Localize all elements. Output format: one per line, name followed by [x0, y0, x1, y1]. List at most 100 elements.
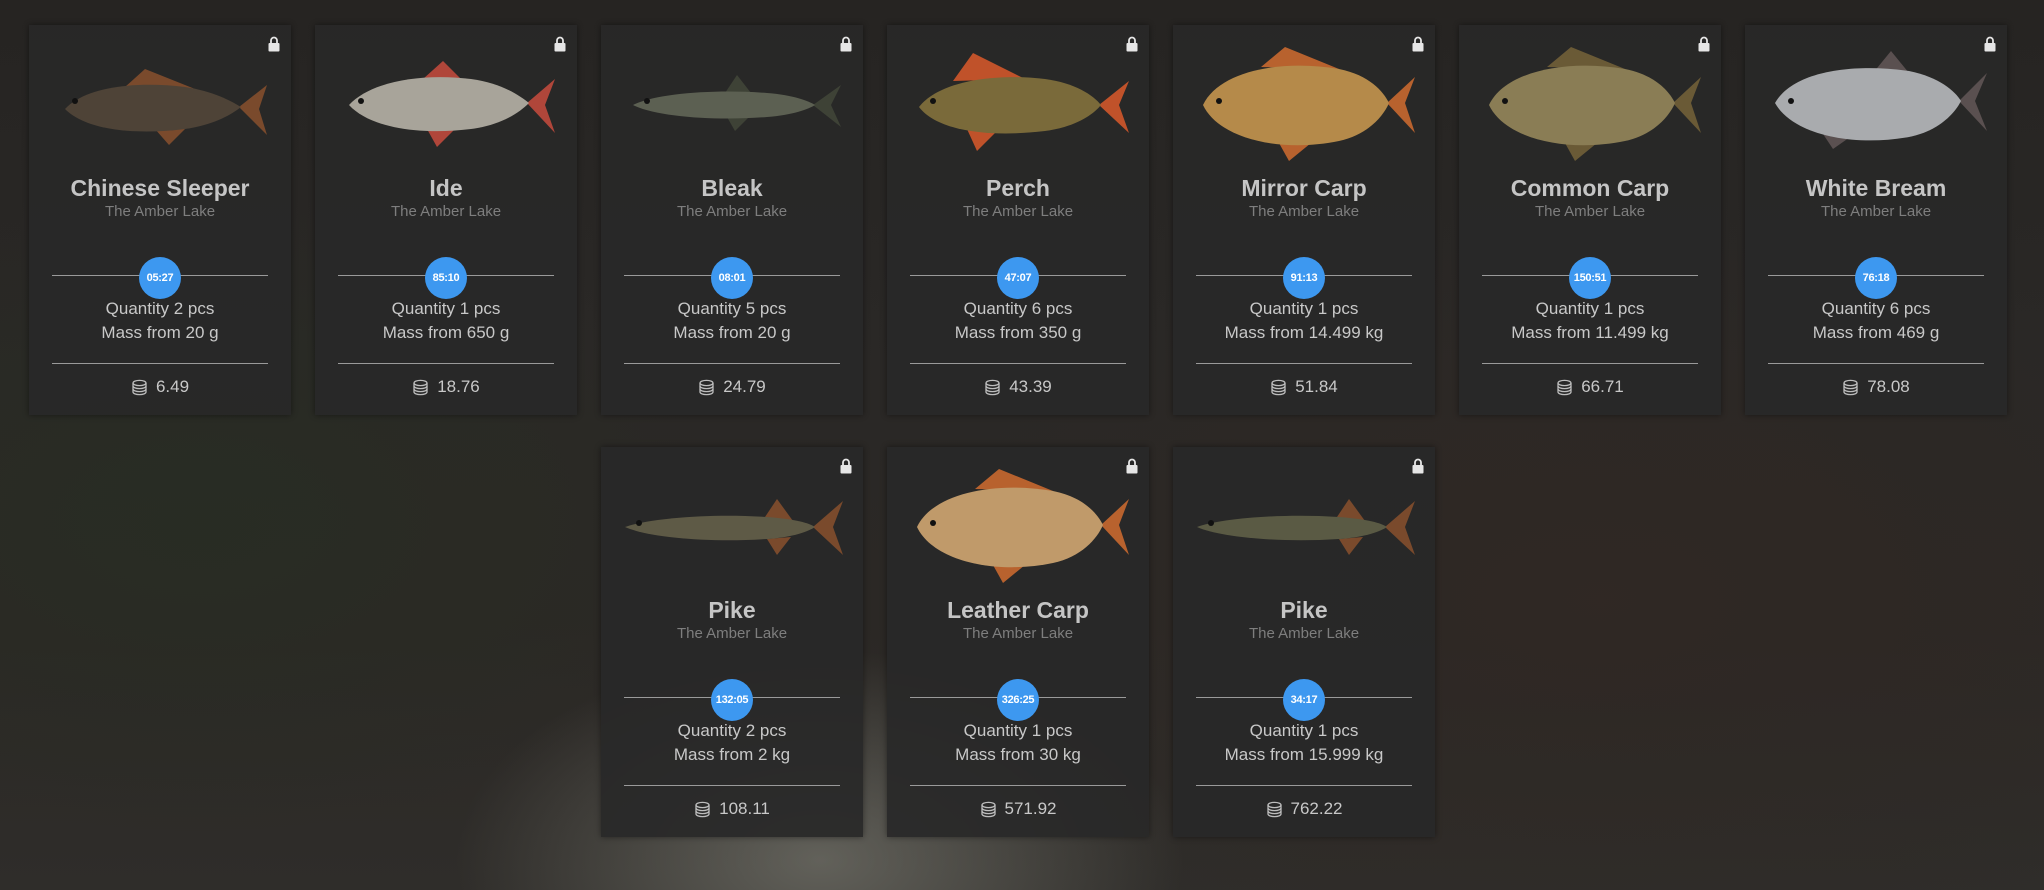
fish-ventral-fin — [993, 565, 1025, 583]
fish-name: Ide — [429, 175, 463, 201]
fish-name: Pike — [708, 597, 756, 623]
fish-location: The Amber Lake — [1534, 203, 1646, 220]
fish-quantity: Quantity 1 pcs — [1249, 721, 1359, 740]
reward-price: 108.11 — [601, 799, 863, 819]
reward-price: 762.22 — [1173, 799, 1435, 819]
coins-icon — [132, 379, 147, 395]
fish-location: The Amber Lake — [962, 203, 1074, 220]
fish-quantity: Quantity 2 pcs — [677, 721, 787, 740]
fish-location: The Amber Lake — [390, 203, 502, 220]
card-divider — [910, 785, 1126, 786]
fish-ventral-fin — [1279, 143, 1311, 161]
fish-ventral-fin — [727, 117, 749, 131]
timer-badge: 76:18 — [1855, 257, 1897, 299]
coins-icon — [1557, 379, 1572, 395]
fish-quantity: Quantity 6 pcs — [1821, 299, 1931, 318]
fish-eye — [1216, 98, 1222, 104]
timer-badge: 85:10 — [425, 257, 467, 299]
fish-card-row-2: Pike The Amber Lake 132:05 Quantity 2 pc… — [601, 447, 1435, 837]
fish-ventral-fin — [1565, 143, 1597, 161]
fish-card[interactable]: Bleak The Amber Lake 08:01 Quantity 5 pc… — [601, 25, 863, 415]
card-divider — [338, 363, 554, 364]
fish-quantity: Quantity 5 pcs — [677, 299, 787, 318]
fish-location: The Amber Lake — [676, 625, 788, 642]
fish-card-row-1: Chinese Sleeper The Amber Lake 05:27 Qua… — [29, 25, 2007, 415]
card-divider — [1768, 363, 1984, 364]
price-value: 108.11 — [719, 799, 770, 818]
fish-mass: Mass from 469 g — [1812, 323, 1940, 342]
fish-eye — [644, 98, 650, 104]
fish-eye — [930, 98, 936, 104]
fish-card[interactable]: Ide The Amber Lake 85:10 Quantity 1 pcs … — [315, 25, 577, 415]
reward-price: 571.92 — [887, 799, 1149, 819]
fish-image — [633, 75, 841, 131]
fish-name: Common Carp — [1510, 175, 1670, 201]
fish-mass: Mass from 14.499 kg — [1224, 323, 1384, 342]
fish-mass: Mass from 11.499 kg — [1511, 323, 1669, 342]
card-divider — [1196, 363, 1412, 364]
price-value: 18.76 — [437, 377, 480, 396]
fish-image — [349, 61, 555, 147]
fish-image — [1203, 47, 1415, 161]
fish-dorsal-fin — [725, 75, 751, 93]
fish-tail — [1959, 73, 1987, 131]
fish-card[interactable]: Chinese Sleeper The Amber Lake 05:27 Qua… — [29, 25, 291, 415]
reward-price: 78.08 — [1745, 377, 2007, 397]
timer-badge: 05:27 — [139, 257, 181, 299]
fish-name: White Bream — [1805, 175, 1947, 201]
fish-name: Perch — [986, 175, 1050, 201]
price-value: 24.79 — [723, 377, 766, 396]
reward-price: 18.76 — [315, 377, 577, 397]
fish-location: The Amber Lake — [1248, 203, 1360, 220]
fish-body — [65, 84, 241, 132]
fish-location: The Amber Lake — [1248, 625, 1360, 642]
fish-tail — [1385, 501, 1415, 555]
price-value: 43.39 — [1009, 377, 1052, 396]
fish-mass: Mass from 650 g — [382, 323, 510, 342]
timer-badge: 150:51 — [1569, 257, 1611, 299]
fish-name: Bleak — [701, 175, 763, 201]
fish-eye — [1502, 98, 1508, 104]
price-value: 51.84 — [1295, 377, 1338, 396]
fish-eye — [930, 520, 936, 526]
fish-mass: Mass from 30 kg — [955, 745, 1081, 764]
price-value: 66.71 — [1581, 377, 1624, 396]
timer-badge: 34:17 — [1283, 679, 1325, 721]
fish-ventral-fin — [427, 129, 455, 147]
card-divider — [910, 363, 1126, 364]
fish-card[interactable]: Common Carp The Amber Lake 150:51 Quanti… — [1459, 25, 1721, 415]
coins-icon — [980, 801, 996, 817]
reward-price: 24.79 — [601, 377, 863, 397]
fish-eye — [72, 98, 78, 104]
fish-card[interactable]: Pike The Amber Lake 132:05 Quantity 2 pc… — [601, 447, 863, 837]
fish-card[interactable]: White Bream The Amber Lake 76:18 Quantit… — [1745, 25, 2007, 415]
coins-icon — [1271, 379, 1286, 395]
fish-body — [1489, 65, 1675, 146]
fish-tail — [1387, 77, 1415, 133]
fish-card[interactable]: Pike The Amber Lake 34:17 Quantity 1 pcs… — [1173, 447, 1435, 837]
card-divider — [624, 363, 840, 364]
fish-card[interactable]: Leather Carp The Amber Lake 326:25 Quant… — [887, 447, 1149, 837]
fish-mass: Mass from 20 g — [673, 323, 791, 342]
fish-body — [919, 77, 1101, 134]
fish-quantity: Quantity 1 pcs — [391, 299, 501, 318]
fish-image — [917, 469, 1129, 583]
timer-badge: 132:05 — [711, 679, 753, 721]
coins-icon — [985, 379, 1000, 395]
fish-card[interactable]: Perch The Amber Lake 47:07 Quantity 6 pc… — [887, 25, 1149, 415]
fish-tail — [527, 79, 555, 133]
fish-body — [1203, 65, 1389, 146]
reward-price: 6.49 — [29, 377, 291, 397]
fish-card[interactable]: Mirror Carp The Amber Lake 91:13 Quantit… — [1173, 25, 1435, 415]
reward-price: 66.71 — [1459, 377, 1721, 397]
coins-icon — [413, 379, 428, 395]
fish-body — [1775, 68, 1961, 141]
card-divider — [624, 785, 840, 786]
timer-badge: 91:13 — [1283, 257, 1325, 299]
fish-body — [349, 77, 529, 132]
fish-tail — [1101, 499, 1129, 555]
fish-image — [919, 53, 1129, 151]
fish-tail — [1673, 77, 1701, 133]
fish-tail — [813, 501, 843, 555]
fish-name: Chinese Sleeper — [70, 175, 250, 201]
